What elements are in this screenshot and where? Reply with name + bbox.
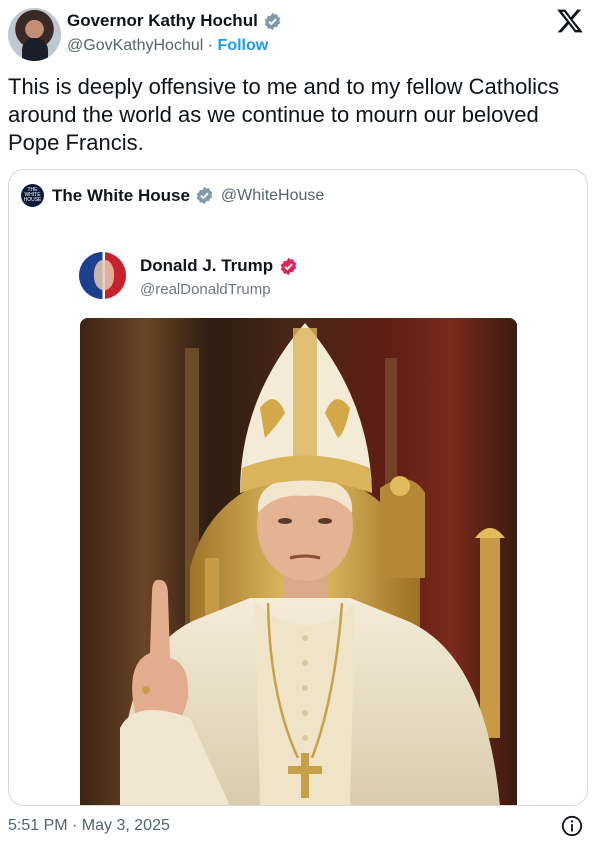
- author-name[interactable]: Governor Kathy Hochul: [67, 11, 258, 31]
- verified-badge-icon: [196, 186, 213, 205]
- quoted-author-handle[interactable]: @WhiteHouse: [221, 187, 324, 205]
- follow-button[interactable]: Follow: [218, 37, 269, 54]
- handle-separator: ·: [207, 37, 214, 54]
- tweet-header: Governor Kathy Hochul @GovKathyHochul · …: [8, 7, 588, 63]
- embedded-author-name: Donald J. Trump: [140, 256, 274, 275]
- verified-badge-icon: [264, 12, 281, 30]
- pope-image: [80, 318, 517, 805]
- author-avatar[interactable]: [8, 8, 61, 61]
- info-icon[interactable]: [561, 815, 583, 837]
- trump-avatar: [79, 252, 126, 299]
- quoted-tweet[interactable]: THE WHITE HOUSE The White House @WhiteHo…: [8, 169, 588, 806]
- author-name-row: Governor Kathy Hochul: [67, 11, 282, 31]
- white-house-avatar[interactable]: THE WHITE HOUSE: [21, 184, 44, 207]
- embedded-author-handle: @realDonaldTrump: [140, 281, 271, 298]
- quoted-tweet-header: THE WHITE HOUSE The White House @WhiteHo…: [21, 184, 324, 207]
- tweet-timestamp[interactable]: 5:51 PM · May 3, 2025: [8, 817, 170, 835]
- quoted-author-name[interactable]: The White House: [52, 186, 190, 206]
- author-handle[interactable]: @GovKathyHochul: [67, 37, 203, 54]
- quoted-media[interactable]: Donald J. Trump @realDonaldTrump: [10, 220, 587, 805]
- verified-badge-icon: [280, 257, 297, 275]
- x-logo-icon[interactable]: [556, 7, 584, 35]
- embedded-name-row: Donald J. Trump: [140, 256, 298, 276]
- author-handle-row: @GovKathyHochul · Follow: [67, 37, 268, 55]
- tweet-text: This is deeply offensive to me and to my…: [8, 74, 560, 155]
